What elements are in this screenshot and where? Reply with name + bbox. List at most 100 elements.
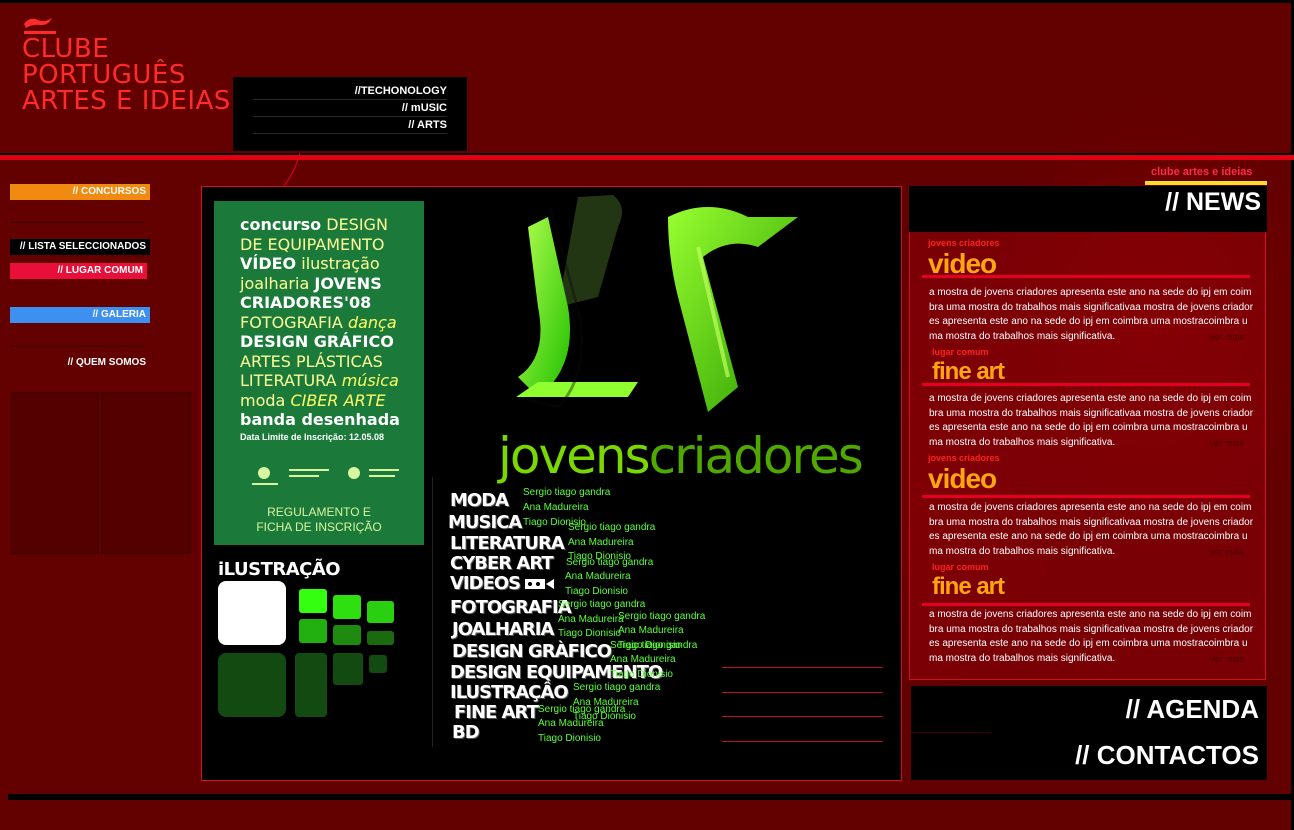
participant-name[interactable]: Ana Madureira (538, 718, 604, 729)
brand-line-2: PORTUGUÊS (22, 60, 186, 90)
nav-separator (10, 222, 144, 223)
news-kicker: lugar comum (932, 347, 989, 357)
gallery-thumb[interactable] (333, 653, 363, 685)
divider-line (722, 741, 883, 742)
participant-name[interactable]: Ana Madureira (523, 502, 589, 513)
site-tagline: clube artes e ideias (1151, 166, 1253, 178)
news-rule (922, 495, 1250, 498)
category-design-grafico[interactable]: DESIGN GRÀFICO (452, 641, 612, 662)
divider-line (722, 667, 883, 668)
poster-line: FOTOGRAFIA dança (240, 312, 397, 332)
gallery-thumb[interactable] (333, 625, 361, 645)
participant-name[interactable]: Sergio tiago gandra (618, 611, 705, 622)
participant-name[interactable]: Ana Madureira (610, 654, 676, 665)
agenda-link[interactable]: // AGENDA (1126, 694, 1259, 725)
gallery-thumb[interactable] (367, 601, 394, 623)
poster-footer-line: FICHA DE INSCRIÇÃO (256, 520, 382, 534)
news-rule (922, 275, 1250, 278)
gallery-thumb[interactable] (333, 595, 361, 619)
nav-technology[interactable]: //TECHONOLOGY (253, 83, 447, 100)
gallery-thumb[interactable] (299, 589, 327, 613)
category-fine-art[interactable]: FINE ART (454, 702, 539, 723)
poster-regulation-link[interactable]: REGULAMENTO E FICHA DE INSCRIÇÃO (214, 505, 424, 535)
participant-name[interactable]: Ana Madureira (568, 537, 634, 548)
news-body: a mostra de jovens criadores apresenta e… (929, 502, 1254, 557)
nav-music[interactable]: // mUSIC (253, 100, 447, 117)
news-more-link[interactable]: ver mais (1210, 547, 1244, 557)
category-musica[interactable]: MUSICA (448, 512, 522, 533)
nav-lugar-comum[interactable]: // LUGAR COMUM (10, 263, 147, 279)
jc-logo-icon (516, 195, 798, 412)
contest-poster[interactable]: concurso DESIGN DE EQUIPAMENTO VÍDEO ilu… (214, 201, 424, 545)
category-bd[interactable]: BD (452, 722, 480, 743)
participant-name[interactable]: Sergio tiago gandra (538, 704, 625, 715)
news-kicker: lugar comum (932, 562, 989, 572)
poster-footer-line: REGULAMENTO E (267, 505, 371, 519)
nav-quem-somos[interactable]: // QUEM SOMOS (10, 355, 150, 371)
poster-line: ARTES PLÁSTICAS (240, 351, 383, 371)
poster-line: DE EQUIPAMENTO (240, 234, 385, 254)
poster-line: moda CIBER ARTE (240, 390, 386, 410)
gallery-thumb[interactable] (369, 655, 387, 673)
news-title[interactable]: fine art (932, 573, 1005, 601)
participant-name[interactable]: Sergio tiago gandra (566, 557, 653, 568)
nav-galeria[interactable]: // GALERIA (10, 307, 150, 323)
category-cyber-art[interactable]: CYBER ART (450, 553, 554, 574)
agenda-contacts-panel: // AGENDA // CONTACTOS (911, 686, 1267, 780)
category-fotografia[interactable]: FOTOGRAFIA (450, 597, 572, 618)
nav-concursos[interactable]: // CONCURSOS (10, 184, 150, 200)
participant-name[interactable]: Ana Madureira (565, 571, 631, 582)
participant-name[interactable]: Sergio tiago gandra (610, 640, 697, 651)
gallery-thumb[interactable] (367, 631, 394, 645)
participant-name[interactable]: Tiago Dionisio (565, 586, 628, 597)
poster-line: LITERATURA música (240, 371, 399, 390)
news-more-link[interactable]: ver mais (1210, 654, 1244, 664)
participant-name[interactable]: Sergio tiago gandra (568, 522, 655, 533)
site-logo[interactable]: CLUBE PORTUGUÊS ARTES E IDEIAS (22, 14, 231, 114)
top-navigation: //TECHONOLOGY // mUSIC // ARTS (233, 77, 467, 151)
left-placeholder-box (11, 392, 99, 554)
gallery-thumb[interactable] (218, 581, 286, 645)
participant-name[interactable]: Sergio tiago gandra (573, 682, 660, 693)
news-more-link[interactable]: ver mais (1210, 438, 1244, 448)
news-body: a mostra de jovens criadores apresenta e… (929, 287, 1254, 342)
wave-logo-icon (22, 14, 58, 36)
nav-arts[interactable]: // ARTS (253, 117, 447, 134)
divider-line (722, 716, 883, 717)
participant-name[interactable]: Tiago Dionisio (610, 669, 673, 680)
poster-line: DESIGN GRÁFICO (240, 332, 394, 351)
category-videos[interactable]: VIDEOS (450, 573, 521, 594)
gallery-thumb[interactable] (299, 619, 327, 643)
category-moda[interactable]: MODA (450, 490, 509, 511)
news-kicker: jovens criadores (928, 453, 1000, 463)
participant-name[interactable]: Tiago Dionisio (558, 628, 621, 639)
participant-name[interactable]: Sergio tiago gandra (523, 487, 610, 498)
participant-name[interactable]: Ana Madureira (618, 625, 684, 636)
nav-lista-seleccionados[interactable]: // LISTA SELECCIONADOS (10, 239, 150, 255)
news-rule (922, 603, 1250, 606)
contactos-link[interactable]: // CONTACTOS (1075, 740, 1259, 771)
video-camera-icon (525, 579, 554, 589)
participant-name[interactable]: Tiago Dionisio (538, 733, 601, 744)
news-title[interactable]: fine art (932, 358, 1005, 386)
divider-line (722, 692, 883, 693)
news-more-link[interactable]: ver mais (1210, 332, 1244, 342)
category-ilustracao[interactable]: ILUSTRAÇÂO (450, 682, 569, 703)
gallery-thumb[interactable] (218, 653, 286, 717)
category-literatura[interactable]: LITERATURA (450, 533, 565, 554)
news-body: a mostra de jovens criadores apresenta e… (929, 609, 1254, 664)
news-title[interactable]: video (928, 250, 997, 278)
news-rule (922, 383, 1250, 386)
participant-name[interactable]: Ana Madureira (558, 614, 624, 625)
ilustracao-title: iLUSTRAÇÃO (218, 559, 341, 580)
gallery-thumb[interactable] (295, 653, 327, 717)
news-kicker: jovens criadores (928, 238, 1000, 248)
news-title[interactable]: video (928, 465, 997, 493)
poster-deadline: Data Limite de Inscrição: 12.05.08 (240, 431, 385, 442)
news-heading: // NEWS (1165, 188, 1261, 216)
category-joalharia[interactable]: JOALHARIA (452, 619, 554, 640)
footer-bar (8, 794, 1292, 800)
participant-name[interactable]: Sergio tiago gandra (558, 599, 645, 610)
poster-line: banda desenhada (240, 410, 400, 429)
sponsor-logos (244, 463, 404, 493)
